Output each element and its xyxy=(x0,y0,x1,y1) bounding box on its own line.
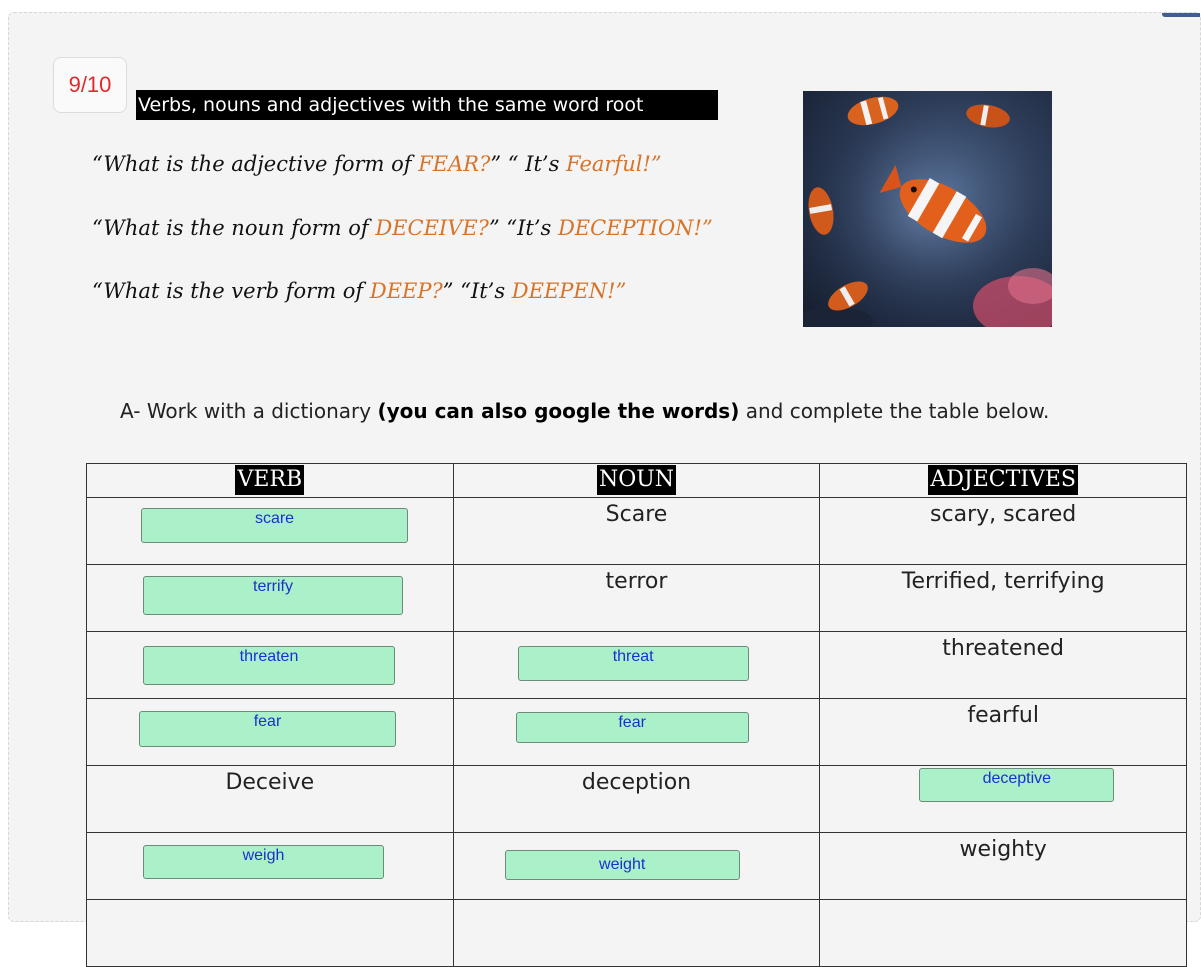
verb-cell: Deceive xyxy=(86,765,454,833)
cell-text: threatened xyxy=(942,636,1065,661)
example-text: ” “ It’s xyxy=(490,152,567,176)
clownfish-photo-icon xyxy=(803,91,1052,327)
example-highlight: Fearful!” xyxy=(566,152,662,176)
example-text: “What is the noun form of xyxy=(92,216,376,240)
table-row: scare Scare scary, scared xyxy=(86,497,1187,565)
header-noun: NOUN xyxy=(596,465,677,495)
noun-cell: terror xyxy=(452,564,821,632)
header-verb: VERB xyxy=(235,465,305,495)
noun-cell: Scare xyxy=(452,497,821,565)
cell-text: Deceive xyxy=(225,770,315,795)
verb-cell xyxy=(86,899,454,967)
verb-cell: fear xyxy=(86,698,454,766)
cell-text: weighty xyxy=(959,837,1047,862)
answer-box[interactable]: weigh xyxy=(143,845,384,879)
verb-cell: threaten xyxy=(86,631,454,699)
header-cell: NOUN xyxy=(452,463,821,498)
header-cell: VERB xyxy=(86,463,454,498)
worksheet-title: Verbs, nouns and adjectives with the sam… xyxy=(136,90,718,120)
header-adjectives: ADJECTIVES xyxy=(928,465,1078,495)
answer-box[interactable]: threaten xyxy=(143,646,395,685)
clownfish-photo xyxy=(803,91,1052,327)
cell-text: scary, scared xyxy=(930,502,1077,527)
verb-cell: scare xyxy=(86,497,454,565)
table-row: fear fear fearful xyxy=(86,698,1187,766)
noun-cell: fear xyxy=(452,698,821,766)
noun-cell xyxy=(452,899,821,967)
adj-cell: deceptive xyxy=(819,765,1187,833)
answer-box[interactable]: deceptive xyxy=(919,768,1115,802)
example-text: “What is the adjective form of xyxy=(92,152,419,176)
noun-cell: weight xyxy=(452,832,821,900)
example-highlight: DEEPEN!” xyxy=(511,279,627,303)
cell-text: Scare xyxy=(605,502,668,527)
table-row: weigh weight weighty xyxy=(86,832,1187,900)
table-row: terrify terror Terrified, terrifying xyxy=(86,564,1187,632)
instruction-text: and complete the table below. xyxy=(739,399,1050,423)
cell-text: fearful xyxy=(967,703,1039,728)
answer-box[interactable]: fear xyxy=(139,711,396,747)
corner-tab[interactable] xyxy=(1162,13,1200,17)
noun-cell: threat xyxy=(452,631,821,699)
example-highlight: DEEP? xyxy=(369,279,443,303)
example-highlight: FEAR? xyxy=(418,152,491,176)
adj-cell xyxy=(819,899,1187,967)
word-forms-table: VERB NOUN ADJECTIVES scare Scare scary, … xyxy=(86,463,1187,967)
example-highlight: DECEIVE? xyxy=(375,216,489,240)
answer-box[interactable]: scare xyxy=(141,508,408,543)
example-text: ” “It’s xyxy=(442,279,512,303)
adj-cell: weighty xyxy=(819,832,1187,900)
answer-box[interactable]: threat xyxy=(517,646,749,681)
adj-cell: scary, scared xyxy=(819,497,1187,565)
table-row: threaten threat threatened xyxy=(86,631,1187,699)
cell-text: terror xyxy=(605,569,668,594)
adj-cell: threatened xyxy=(819,631,1187,699)
header-cell: ADJECTIVES xyxy=(819,463,1187,498)
example-line-2: “What is the noun form of DECEIVE?” “It’… xyxy=(92,216,713,240)
answer-box[interactable]: fear xyxy=(515,712,749,743)
example-highlight: DECEPTION!” xyxy=(557,216,713,240)
adj-cell: fearful xyxy=(819,698,1187,766)
example-line-3: “What is the verb form of DEEP?” “It’s D… xyxy=(92,279,626,303)
table-header-row: VERB NOUN ADJECTIVES xyxy=(86,463,1187,498)
verb-cell: weigh xyxy=(86,832,454,900)
example-text: ” “It’s xyxy=(488,216,558,240)
score-badge: 9/10 xyxy=(53,57,127,113)
noun-cell: deception xyxy=(452,765,821,833)
answer-box[interactable]: weight xyxy=(504,850,740,880)
adj-cell: Terrified, terrifying xyxy=(819,564,1187,632)
table-row: Deceive deception deceptive xyxy=(86,765,1187,833)
cell-text: Terrified, terrifying xyxy=(901,569,1105,594)
instruction-text: A- Work with a dictionary xyxy=(120,399,378,423)
cell-text: deception xyxy=(581,770,692,795)
instruction: A- Work with a dictionary (you can also … xyxy=(120,399,1049,423)
example-line-1: “What is the adjective form of FEAR?” “ … xyxy=(92,152,662,176)
table-row xyxy=(86,899,1187,967)
answer-box[interactable]: terrify xyxy=(143,576,403,615)
example-text: “What is the verb form of xyxy=(92,279,370,303)
instruction-bold: (you can also google the words) xyxy=(377,399,740,423)
verb-cell: terrify xyxy=(86,564,454,632)
